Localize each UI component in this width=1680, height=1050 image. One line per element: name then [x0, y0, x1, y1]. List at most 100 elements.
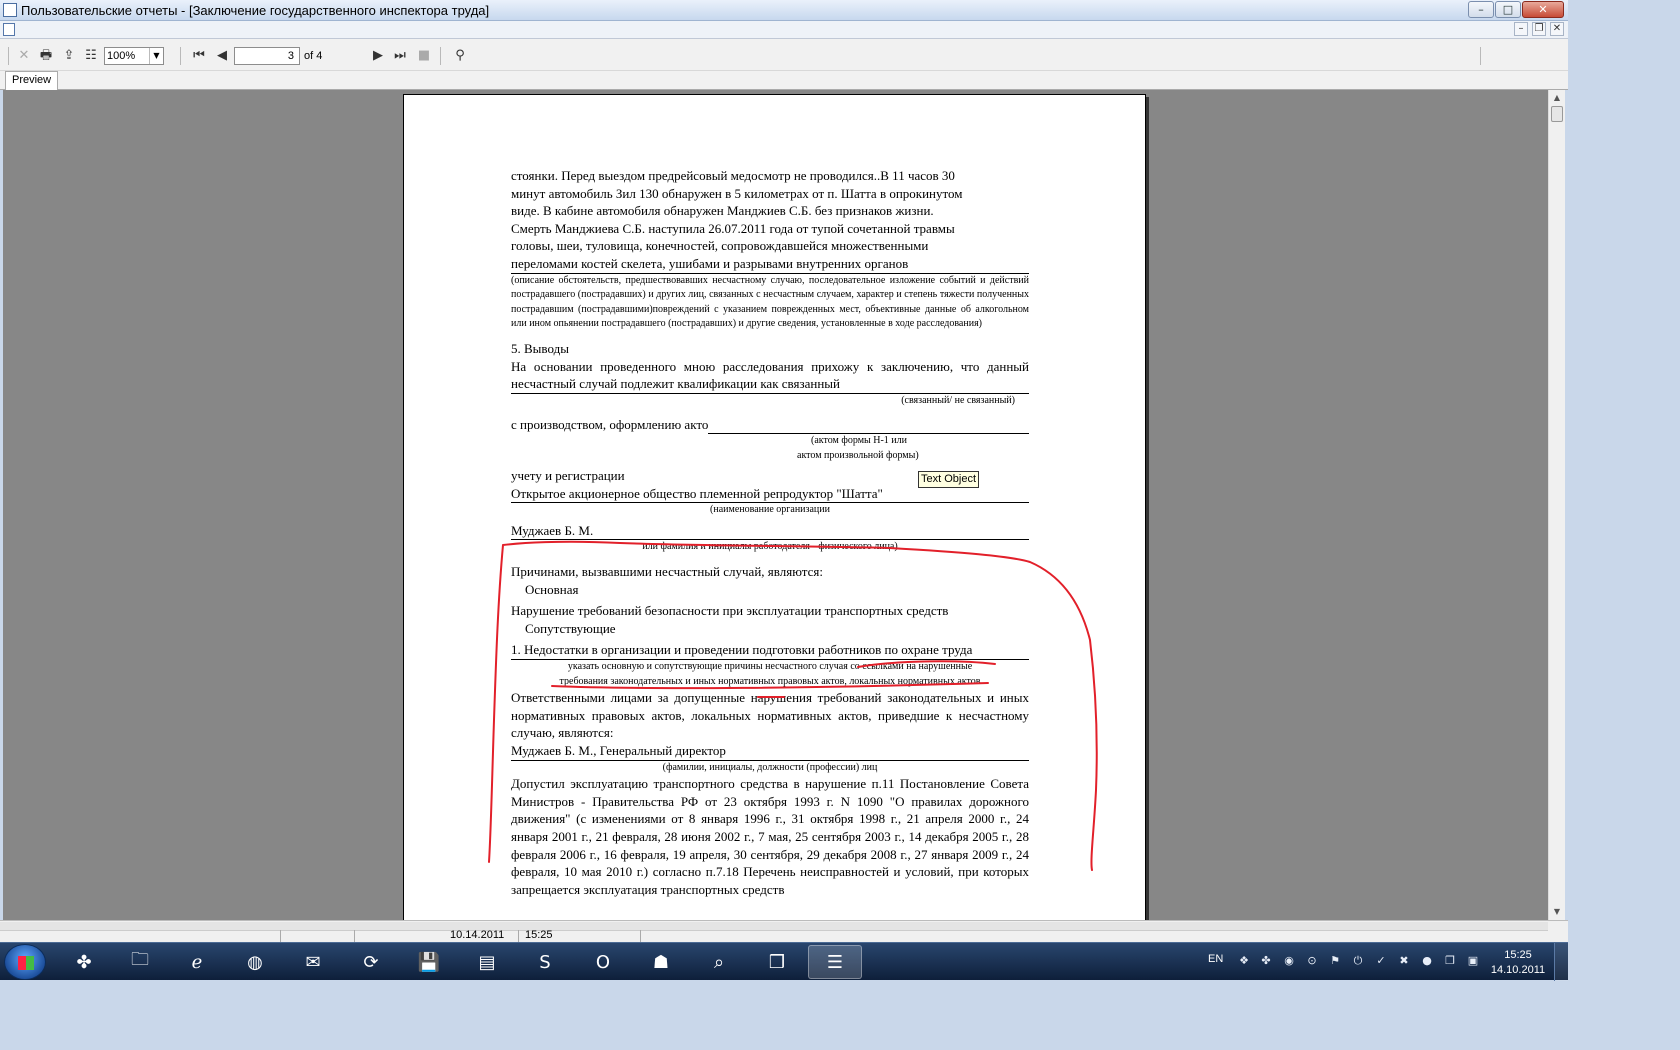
document-icon[interactable] — [3, 23, 15, 36]
virtual-box-icon[interactable]: ❒ — [750, 945, 804, 979]
skype-icon[interactable]: S — [518, 945, 572, 979]
group-tree-icon[interactable]: ☷ — [82, 47, 100, 65]
floppy-disk-icon[interactable]: 💾 — [402, 945, 456, 979]
search-tool-icon[interactable]: ⌕ — [692, 945, 746, 979]
page-number-input[interactable]: 3 — [234, 47, 300, 65]
browser-globe-icon[interactable]: ◍ — [228, 945, 282, 979]
internet-explorer-icon[interactable]: ℯ — [170, 945, 224, 979]
responsible-person: Муджаев Б. М., Генеральный директор — [511, 742, 1029, 761]
related-cause: 1. Недостатки в организации и проведении… — [511, 641, 1029, 661]
tray-clover-icon[interactable]: ✤ — [1259, 954, 1273, 968]
chevron-down-icon[interactable]: ▼ — [149, 48, 163, 64]
tab-strip: Preview — [0, 71, 1568, 90]
circumstances-paragraph: стоянки. Перед выездом предрейсовый медо… — [511, 167, 1029, 274]
text-line: стоянки. Перед выездом предрейсовый медо… — [511, 168, 955, 183]
close-button[interactable]: ✕ — [1522, 1, 1564, 18]
tray-box-icon[interactable]: ❖ — [1237, 954, 1251, 968]
robot-app-icon[interactable]: ☗ — [634, 945, 688, 979]
binoculars-icon[interactable]: ⚲ — [451, 47, 469, 65]
print-icon[interactable]: 🖶 — [37, 47, 55, 65]
clover-app-icon[interactable]: ✤ — [57, 945, 111, 979]
tray-network-icon[interactable]: ⊙ — [1305, 954, 1319, 968]
first-page-icon[interactable]: ⏮ — [190, 47, 208, 65]
toolbar-separator — [180, 47, 181, 65]
status-separator — [518, 930, 519, 942]
tray-display-icon[interactable]: ▣ — [1466, 954, 1480, 968]
messenger-icon[interactable]: ✉ — [286, 945, 340, 979]
window-title: Пользовательские отчеты - [Заключение го… — [21, 2, 490, 18]
horizontal-scrollbar[interactable] — [0, 922, 1548, 931]
text-line: головы, шеи, туловища, конечностей, сопр… — [511, 238, 929, 254]
caption-related: (связанный/ не связанный) — [901, 394, 1015, 406]
app-icon — [3, 3, 17, 17]
conclusion-text: На основании проведенного мною расследов… — [511, 358, 1029, 394]
zoom-select[interactable]: 100% ▼ — [104, 47, 164, 65]
toolbar-separator — [8, 47, 9, 65]
clock-date: 14.10.2011 — [1490, 964, 1546, 976]
text-line: минут автомобиль Зил 130 обнаружен в 5 к… — [511, 185, 963, 201]
start-button[interactable] — [4, 944, 46, 980]
sync-app-icon[interactable]: ⟳ — [344, 945, 398, 979]
stop-icon[interactable]: ■ — [415, 47, 433, 65]
language-indicator[interactable]: EN — [1208, 953, 1223, 965]
mdi-minimize-button[interactable]: – — [1514, 22, 1528, 36]
system-clock[interactable]: 15:25 14.10.2011 — [1490, 948, 1546, 978]
show-desktop-button[interactable] — [1554, 943, 1568, 981]
violation-text: Допустил эксплуатацию транспортного сред… — [511, 776, 1029, 897]
caption-employer: или фамилия и инициалы работодателя - фи… — [642, 541, 898, 553]
section-title: 5. Выводы — [511, 340, 569, 356]
explorer-icon[interactable]: 🗀 — [113, 945, 167, 979]
scroll-down-icon[interactable]: ▼ — [1549, 904, 1565, 920]
status-separator — [640, 930, 641, 942]
windows-logo-icon — [18, 956, 34, 970]
main-cause-label: Основная — [525, 581, 579, 597]
mdi-close-button[interactable]: ✕ — [1550, 22, 1564, 36]
status-date: 10.14.2011 — [450, 929, 505, 941]
status-separator — [354, 930, 355, 942]
report-viewer[interactable]: стоянки. Перед выездом предрейсовый медо… — [3, 90, 1548, 920]
next-page-icon[interactable]: ▶ — [369, 47, 387, 65]
act-blank-field — [708, 420, 1029, 434]
text-line: переломами костей скелета, ушибами и раз… — [511, 255, 1029, 274]
caption-causes: указать основную и сопутствующие причины… — [559, 661, 981, 687]
vertical-scrollbar[interactable]: ▲ ▼ — [1548, 90, 1565, 920]
zoom-value: 100% — [107, 50, 136, 62]
close-report-icon[interactable]: ✕ — [15, 47, 33, 65]
tray-check-icon[interactable]: ✓ — [1374, 954, 1388, 968]
tray-flag-icon[interactable]: ⚑ — [1328, 954, 1342, 968]
maximize-button[interactable]: □ — [1495, 1, 1521, 18]
tray-tool-icon[interactable]: ✖ — [1397, 954, 1411, 968]
caption-act-1: (актом формы Н-1 или — [811, 434, 907, 446]
previous-page-icon[interactable]: ◀ — [213, 47, 231, 65]
page-content: стоянки. Перед выездом предрейсовый медо… — [511, 167, 1029, 898]
tray-antivirus-icon[interactable]: ◉ — [1282, 954, 1296, 968]
toolbar-separator — [1480, 47, 1481, 65]
mdi-restore-button[interactable]: ❐ — [1532, 22, 1546, 36]
scroll-thumb[interactable] — [1551, 106, 1563, 122]
window-controls: – □ ✕ — [1468, 1, 1564, 18]
scroll-up-icon[interactable]: ▲ — [1549, 90, 1565, 106]
causes-title: Причинами, вызвавшими несчастный случай,… — [511, 564, 823, 580]
opera-icon[interactable]: O — [576, 945, 630, 979]
page-count: of 4 — [304, 50, 323, 62]
status-bar: 10.14.2011 15:25 — [0, 920, 1568, 942]
taskbar: ✤ 🗀 ℯ ◍ ✉ ⟳ 💾 ▤ S O ☗ ⌕ ❒ ☰ EN ❖ ✤ ◉ ⊙ ⚑… — [0, 942, 1568, 981]
related-cause-label: Сопутствующие — [525, 620, 616, 636]
text-line: Смерть Манджиева С.Б. наступила 26.07.20… — [511, 220, 955, 236]
tray-record-icon[interactable]: ● — [1420, 954, 1434, 968]
act-lead-text: с производством, оформлению акто — [511, 417, 709, 433]
sticky-notes-icon[interactable]: ▤ — [460, 945, 514, 979]
tray-copy-icon[interactable]: ❐ — [1443, 954, 1457, 968]
tab-preview[interactable]: Preview — [5, 71, 59, 90]
last-page-icon[interactable]: ⏭ — [391, 47, 409, 65]
minimize-button[interactable]: – — [1468, 1, 1494, 18]
export-icon[interactable]: ⇪ — [60, 47, 78, 65]
window-titlebar[interactable]: Пользовательские отчеты - [Заключение го… — [0, 0, 1568, 21]
tray-power-icon[interactable]: ⏻ — [1351, 954, 1365, 968]
report-toolbar: ✕ 🖶 ⇪ ☷ 100% ▼ ⏮ ◀ 3 of 4 ▶ ⏭ ■ ⚲ — [0, 39, 1568, 71]
tooltip: Text Object — [918, 471, 980, 488]
act-line: с производством, оформлению акто — [511, 416, 1029, 434]
status-time: 15:25 — [525, 929, 553, 941]
caption-persons: (фамилии, инициалы, должности (профессии… — [662, 761, 878, 773]
report-app-icon[interactable]: ☰ — [808, 945, 862, 979]
